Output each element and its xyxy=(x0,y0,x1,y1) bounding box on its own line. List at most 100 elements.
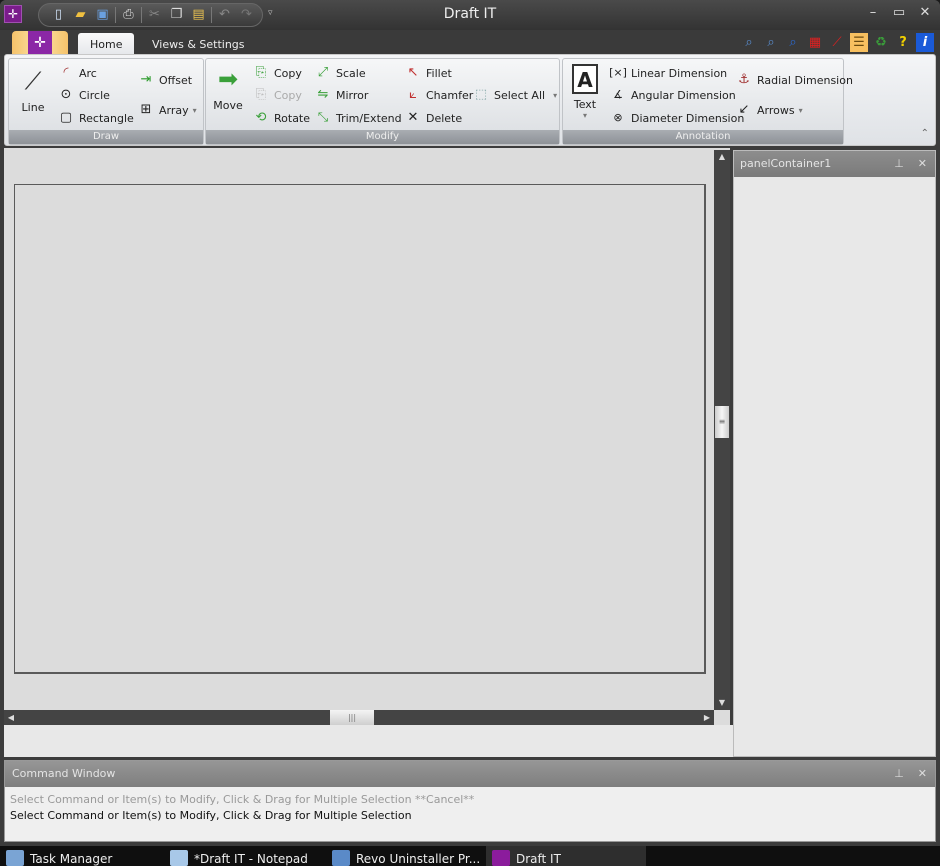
info-icon[interactable]: i xyxy=(916,33,934,52)
mirror-button[interactable]: ⇋ Mirror xyxy=(314,86,369,104)
layers-icon[interactable]: ☰ xyxy=(850,33,868,52)
notepad-icon xyxy=(170,850,188,866)
rectangle-button[interactable]: ▢ Rectangle xyxy=(57,109,134,127)
modify-group: ➡ Move ⎘ Copy ⎘ Copy ⟲ Rotate ⤢ Scale ⇋ … xyxy=(205,58,560,145)
grid-icon[interactable]: ▦ xyxy=(806,33,824,52)
vertical-scroll-thumb[interactable]: ≡ xyxy=(715,406,729,438)
trim-extend-button[interactable]: ⤡ Trim/Extend xyxy=(314,109,402,127)
minimize-button[interactable]: – xyxy=(866,5,880,20)
chevron-down-icon: ▾ xyxy=(192,105,197,115)
taskbar-item-label: *Draft IT - Notepad xyxy=(194,852,308,866)
command-window-title: Command Window xyxy=(12,767,116,780)
scroll-down-icon[interactable]: ▼ xyxy=(714,696,730,710)
diameter-dimension-label: Diameter Dimension xyxy=(631,111,745,125)
zoom-pan-icon[interactable]: ⌕ xyxy=(784,33,802,52)
arrows-icon: ↙ xyxy=(738,102,750,117)
draw-group: ⟋ Line ◜ Arc ⊙ Circle ▢ Rectangle ⇥ Offs… xyxy=(8,58,204,145)
copy-clipboard-icon: ⎘ xyxy=(255,87,267,102)
angular-dimension-button[interactable]: ∡ Angular Dimension xyxy=(609,86,736,104)
rotate-button[interactable]: ⟲ Rotate xyxy=(252,109,310,127)
snap-icon[interactable]: ⟋ xyxy=(828,33,846,52)
text-label: Text xyxy=(573,98,597,111)
radial-dimension-button[interactable]: ⚓ Radial Dimension xyxy=(735,71,853,89)
horizontal-scroll-thumb[interactable]: ||| xyxy=(330,710,374,725)
array-label: Array xyxy=(159,103,189,117)
pin-icon[interactable]: ⊥ xyxy=(894,761,904,787)
taskbar-item-draft-it[interactable]: Draft IT xyxy=(486,846,646,866)
zoom-window-icon[interactable]: ⌕ xyxy=(740,33,758,52)
delete-button[interactable]: ✕ Delete xyxy=(404,109,463,127)
scale-button[interactable]: ⤢ Scale xyxy=(314,64,366,82)
line-button[interactable]: ⟋ Line xyxy=(13,65,53,114)
drawing-canvas[interactable] xyxy=(14,184,706,674)
scroll-right-icon[interactable]: ▶ xyxy=(700,710,714,725)
draft-it-icon xyxy=(492,850,510,866)
array-icon: ⊞ xyxy=(140,102,152,117)
text-dropdown[interactable]: A Text ▾ xyxy=(567,64,603,120)
refresh-icon[interactable]: ♻ xyxy=(872,33,890,52)
mirror-icon: ⇋ xyxy=(317,87,329,102)
taskbar: Task Manager *Draft IT - Notepad Revo Un… xyxy=(0,846,940,866)
linear-dimension-button[interactable]: [×] Linear Dimension xyxy=(609,64,727,82)
taskbar-item-task-manager[interactable]: Task Manager xyxy=(0,846,160,866)
fillet-button[interactable]: ↖ Fillet xyxy=(404,64,452,82)
circle-button[interactable]: ⊙ Circle xyxy=(57,86,110,104)
select-all-dropdown[interactable]: ⬚ Select All ▾ xyxy=(472,86,557,104)
circle-label: Circle xyxy=(79,88,110,102)
chevron-down-icon: ▾ xyxy=(798,105,803,115)
zoom-extents-icon[interactable]: ⌕ xyxy=(762,33,780,52)
arrows-dropdown[interactable]: ↙ Arrows ▾ xyxy=(735,101,803,119)
tab-home[interactable]: Home xyxy=(78,33,135,56)
command-window-header: Command Window ⊥ ✕ xyxy=(5,761,935,787)
line-icon: ⟋ xyxy=(24,67,42,95)
annotation-group-label: Annotation xyxy=(563,130,843,144)
help-icon[interactable]: ? xyxy=(894,33,912,52)
scale-icon: ⤢ xyxy=(317,65,329,80)
array-dropdown[interactable]: ⊞ Array ▾ xyxy=(137,101,197,119)
fillet-icon: ↖ xyxy=(407,65,419,80)
angular-dimension-icon: ∡ xyxy=(613,88,623,101)
command-prompt[interactable]: Select Command or Item(s) to Modify, Cli… xyxy=(5,808,935,824)
offset-icon: ⇥ xyxy=(140,72,152,87)
move-label: Move xyxy=(213,99,243,112)
close-button[interactable]: ✕ xyxy=(918,5,932,20)
horizontal-scrollbar[interactable]: ◀ ||| ▶ xyxy=(4,710,714,725)
pin-icon[interactable]: ⊥ xyxy=(894,151,904,177)
tab-views-settings[interactable]: Views & Settings xyxy=(140,33,257,56)
diameter-dimension-button[interactable]: ⊗ Diameter Dimension xyxy=(609,109,744,127)
close-icon[interactable]: ✕ xyxy=(918,761,927,787)
copy-clipboard-button[interactable]: ⎘ Copy xyxy=(252,86,302,104)
offset-button[interactable]: ⇥ Offset xyxy=(137,71,193,89)
copy-icon: ⎘ xyxy=(255,65,267,80)
taskbar-item-label: Revo Uninstaller Pr... xyxy=(356,852,481,866)
annotation-group: A Text ▾ [×] Linear Dimension ∡ Angular … xyxy=(562,58,853,145)
view-tool-icons: ⌕ ⌕ ⌕ ▦ ⟋ ☰ ♻ ? i xyxy=(740,33,934,52)
fillet-label: Fillet xyxy=(426,66,452,80)
close-icon[interactable]: ✕ xyxy=(918,151,927,177)
rotate-icon: ⟲ xyxy=(255,110,267,125)
copy-button[interactable]: ⎘ Copy xyxy=(252,64,302,82)
maximize-button[interactable]: ▭ xyxy=(892,5,906,20)
scroll-up-icon[interactable]: ▲ xyxy=(714,150,730,164)
chamfer-button[interactable]: ⟀ Chamfer xyxy=(404,86,473,104)
task-manager-icon xyxy=(6,850,24,866)
arc-button[interactable]: ◜ Arc xyxy=(57,64,97,82)
scroll-left-icon[interactable]: ◀ xyxy=(4,710,18,725)
collapse-ribbon-icon[interactable]: ⌃ xyxy=(921,128,929,139)
taskbar-item-notepad[interactable]: *Draft IT - Notepad xyxy=(164,846,324,866)
taskbar-item-revo-uninstaller[interactable]: Revo Uninstaller Pr... xyxy=(326,846,484,866)
workspace-footer xyxy=(4,725,734,757)
trim-extend-label: Trim/Extend xyxy=(336,111,402,125)
circle-icon: ⊙ xyxy=(60,87,72,102)
application-menu-button[interactable]: ✛ xyxy=(12,31,68,56)
angular-dimension-label: Angular Dimension xyxy=(631,88,736,102)
arc-label: Arc xyxy=(79,66,97,80)
taskbar-item-label: Draft IT xyxy=(516,852,561,866)
draw-group-label: Draw xyxy=(9,130,203,144)
trim-extend-icon: ⤡ xyxy=(317,110,329,125)
vertical-scrollbar[interactable]: ▲ ≡ ▼ xyxy=(714,150,730,710)
rotate-label: Rotate xyxy=(274,111,311,125)
command-window-header-icons: ⊥ ✕ xyxy=(894,761,927,787)
move-button[interactable]: ➡ Move xyxy=(208,63,248,112)
command-window: Command Window ⊥ ✕ Select Command or Ite… xyxy=(4,760,936,842)
